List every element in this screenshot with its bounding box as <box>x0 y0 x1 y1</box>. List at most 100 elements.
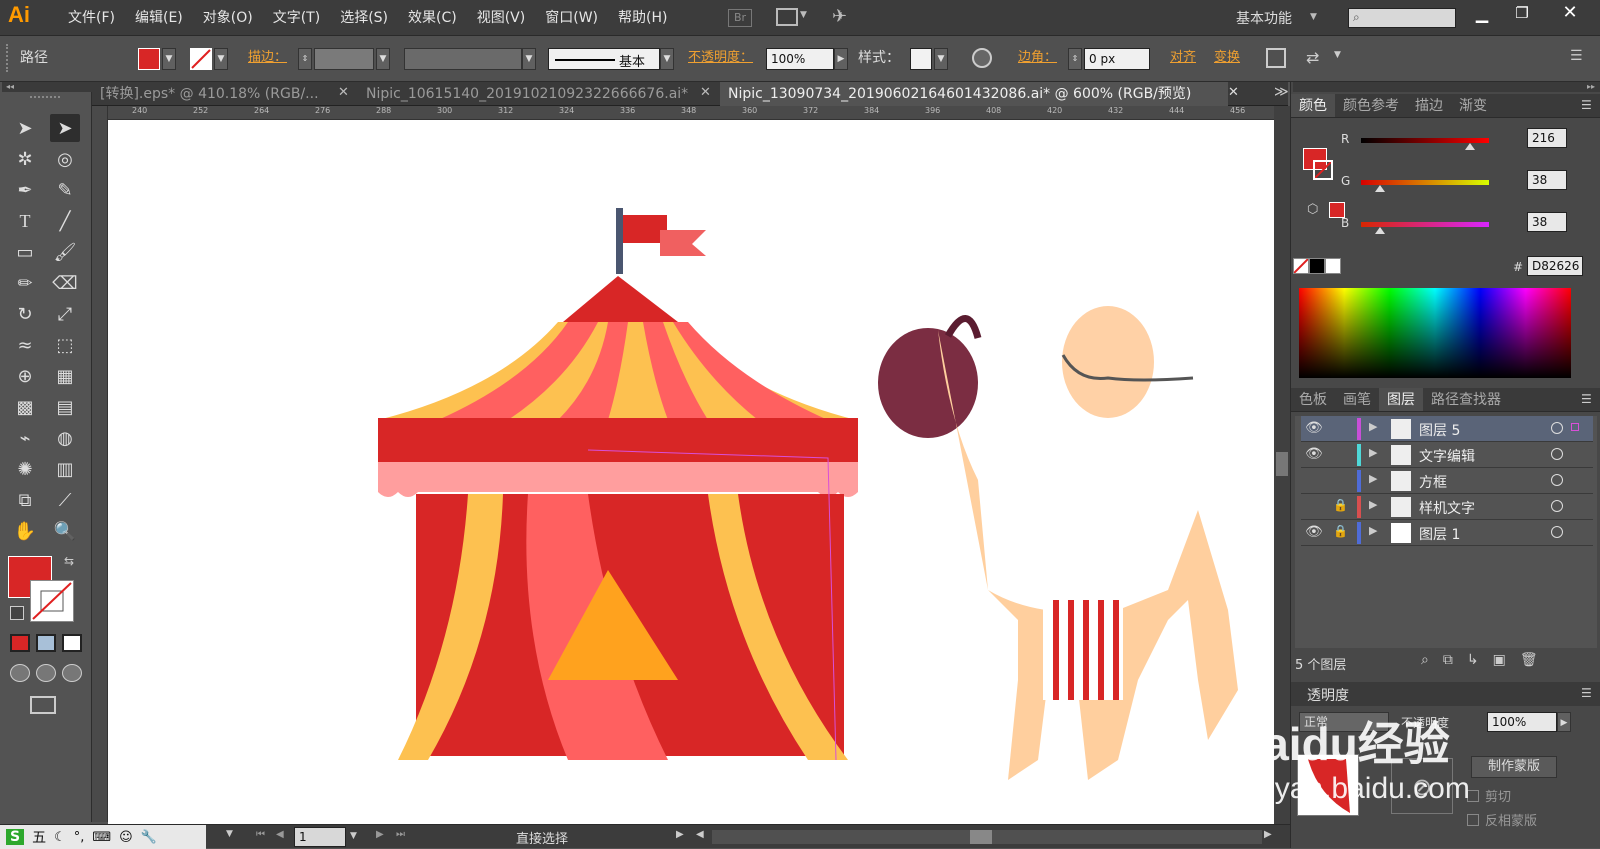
curvature-tool[interactable]: ✎ <box>50 176 80 204</box>
brush-definition[interactable]: 基本 <box>548 48 660 70</box>
close-tab-icon[interactable]: ✕ <box>700 85 711 100</box>
pencil-tool[interactable]: ✏ <box>10 269 40 297</box>
r-slider-track[interactable] <box>1361 138 1489 150</box>
menu-effect[interactable]: 效果(C) <box>398 0 467 36</box>
hex-field[interactable]: D82626 <box>1527 256 1583 276</box>
layer-row[interactable]: 👁 ▶ 文字编辑 <box>1301 442 1593 468</box>
tab-nipic-10615140[interactable]: Nipic_10615140_20191021092322666676.ai* <box>358 82 710 106</box>
opacity-field[interactable]: 100% <box>766 48 834 70</box>
graphic-style-swatch[interactable] <box>910 48 932 70</box>
expand-arrow-icon[interactable]: ▶ <box>1369 524 1377 537</box>
keyboard-icon[interactable]: ⌨ <box>92 830 111 845</box>
corner-label[interactable]: 边角： <box>1018 46 1057 70</box>
shape-builder-tool[interactable]: ⊕ <box>10 362 40 390</box>
next-artboard-icon[interactable]: ▶ <box>376 829 384 840</box>
layer-name[interactable]: 图层 5 <box>1419 420 1460 440</box>
eye-icon[interactable]: 👁 <box>1305 420 1323 436</box>
expand-arrow-icon[interactable]: ▶ <box>1369 498 1377 511</box>
transparency-title[interactable]: 透明度 <box>1307 685 1349 705</box>
g-slider-handle[interactable] <box>1375 185 1386 192</box>
corner-stepper[interactable]: ⇕ <box>1068 48 1082 70</box>
expand-arrow-icon[interactable]: ▶ <box>1369 472 1377 485</box>
gradient-tool[interactable]: ▤ <box>50 393 80 421</box>
target-icon[interactable] <box>1551 500 1563 512</box>
scroll-left-icon[interactable]: ◀ <box>696 829 704 840</box>
search-input[interactable]: ⌕ <box>1348 8 1456 28</box>
paintbrush-tool[interactable]: 🖌 <box>50 238 80 266</box>
color-mode-icon[interactable] <box>10 634 30 652</box>
draw-behind-icon[interactable] <box>36 664 56 682</box>
eye-icon[interactable]: 👁 <box>1305 524 1323 540</box>
rectangle-tool[interactable]: ▭ <box>10 238 40 266</box>
brush-dropdown[interactable]: ▼ <box>660 48 674 70</box>
delete-layer-icon[interactable]: 🗑 <box>1520 652 1538 668</box>
target-icon[interactable] <box>1551 448 1563 460</box>
width-tool[interactable]: ≈ <box>10 331 40 359</box>
lock-icon[interactable]: 🔒 <box>1333 498 1348 512</box>
clipping-mask-icon[interactable]: ⧉ <box>1443 652 1453 668</box>
selection-indicator[interactable] <box>1571 423 1579 431</box>
layer-name[interactable]: 方框 <box>1419 472 1447 492</box>
scroll-thumb[interactable] <box>1276 452 1288 476</box>
recolor-artwork-icon[interactable] <box>972 48 992 68</box>
mesh-tool[interactable]: ▩ <box>10 393 40 421</box>
out-of-gamut-icon[interactable]: ⬡ <box>1307 202 1318 217</box>
magic-wand-tool[interactable]: ✲ <box>10 145 40 173</box>
zoom-tool[interactable]: 🔍 <box>50 517 80 545</box>
direct-selection-tool[interactable]: ➤ <box>50 114 80 142</box>
punctuation-icon[interactable]: °, <box>74 830 85 845</box>
eyedropper-tool[interactable]: ⌁ <box>10 424 40 452</box>
close-tab-icon[interactable]: ✕ <box>1228 85 1239 100</box>
workspace-switcher[interactable]: 基本功能 <box>1236 8 1292 28</box>
tab-pathfinder[interactable]: 路径查找器 <box>1423 388 1509 411</box>
eye-icon[interactable]: 👁 <box>1305 446 1323 462</box>
artboard-canvas[interactable] <box>108 120 1274 824</box>
selection-tool[interactable]: ➤ <box>10 114 40 142</box>
tab-brushes[interactable]: 画笔 <box>1335 388 1379 411</box>
expand-arrow-icon[interactable]: ▶ <box>1369 420 1377 433</box>
lasso-tool[interactable]: ◎ <box>50 145 80 173</box>
first-artboard-icon[interactable]: ⏮ <box>256 829 265 840</box>
artboard-tool[interactable]: ⧉ <box>10 486 40 514</box>
tab-swatches[interactable]: 色板 <box>1291 388 1335 411</box>
hand-tool[interactable]: ✋ <box>10 517 40 545</box>
slice-tool[interactable]: ⟋ <box>50 486 80 514</box>
target-icon[interactable] <box>1551 474 1563 486</box>
tab-nipic-13090734[interactable]: Nipic_13090734_20190602164601432086.ai* … <box>720 82 1228 106</box>
transparency-menu-icon[interactable]: ☰ <box>1581 686 1592 700</box>
chevron-down-icon[interactable]: ▼ <box>800 10 807 20</box>
target-icon[interactable] <box>1551 422 1563 434</box>
layers-panel-menu-icon[interactable]: ☰ <box>1581 392 1592 406</box>
ime-mode[interactable]: 五 <box>32 827 46 847</box>
menu-select[interactable]: 选择(S) <box>330 0 398 36</box>
g-value-field[interactable]: 38 <box>1527 170 1567 190</box>
menu-window[interactable]: 窗口(W) <box>535 0 608 36</box>
tab-stroke[interactable]: 描边 <box>1407 94 1451 117</box>
stroke-color-box[interactable] <box>30 580 74 622</box>
eraser-tool[interactable]: ⌫ <box>50 269 80 297</box>
horizontal-scrollbar[interactable] <box>712 830 1262 844</box>
free-transform-tool[interactable]: ⬚ <box>50 331 80 359</box>
invert-mask-checkbox[interactable] <box>1467 814 1479 826</box>
b-value-field[interactable]: 38 <box>1527 212 1567 232</box>
layer-row[interactable]: 🔒 ▶ 样机文字 <box>1301 494 1593 520</box>
tab-color[interactable]: 颜色 <box>1291 94 1335 117</box>
options-chevron-icon[interactable]: ▼ <box>1334 50 1341 60</box>
lock-icon[interactable]: 🔒 <box>1333 524 1348 538</box>
layer-row[interactable]: ▶ 方框 <box>1301 468 1593 494</box>
profile-dropdown[interactable]: ▼ <box>522 48 536 70</box>
close-window-button[interactable]: ✕ <box>1556 2 1584 26</box>
scroll-thumb[interactable] <box>970 830 992 844</box>
new-sublayer-icon[interactable]: ↳ <box>1467 652 1479 668</box>
menu-object[interactable]: 对象(O) <box>193 0 263 36</box>
more-tabs-icon[interactable]: ≫ <box>1274 84 1289 100</box>
color-panel-menu-icon[interactable]: ☰ <box>1581 98 1592 112</box>
black-swatch[interactable] <box>1309 258 1325 274</box>
draw-normal-icon[interactable] <box>10 664 30 682</box>
r-value-field[interactable]: 216 <box>1527 128 1567 148</box>
bridge-button[interactable]: Br <box>728 9 752 27</box>
zoom-dropdown-icon[interactable]: ▼ <box>226 829 233 839</box>
restore-button[interactable]: ❐ <box>1508 4 1536 26</box>
opacity-dropdown[interactable]: ▶ <box>834 48 848 70</box>
expand-arrow-icon[interactable]: ▶ <box>1369 446 1377 459</box>
